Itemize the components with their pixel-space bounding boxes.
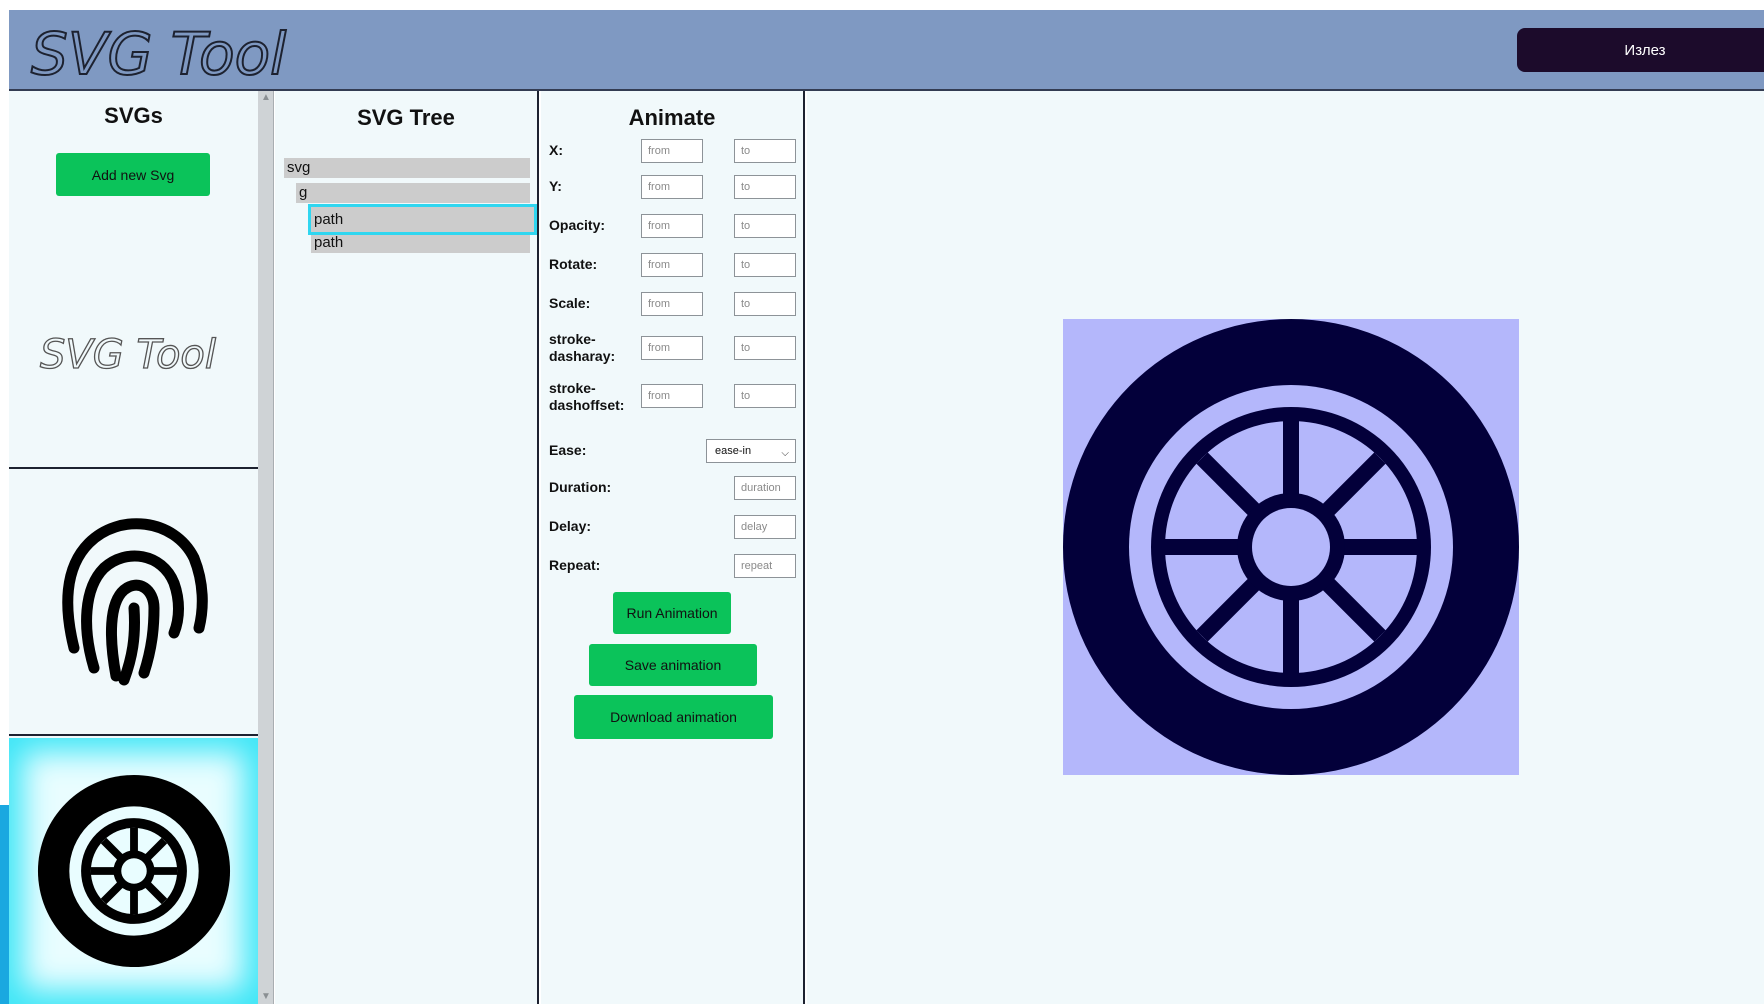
duration-input[interactable]: [734, 476, 796, 500]
tree-node-path-2[interactable]: path: [311, 233, 530, 253]
wheel-preview-icon: [1063, 319, 1519, 775]
run-animation-button[interactable]: Run Animation: [613, 592, 731, 634]
x-from-input[interactable]: [641, 139, 703, 163]
opacity-from-input[interactable]: [641, 214, 703, 238]
svg-text:SVG Tool: SVG Tool: [40, 332, 216, 378]
scroll-up-icon[interactable]: ▲: [258, 91, 274, 105]
delay-input[interactable]: [734, 515, 796, 539]
ease-select[interactable]: ease-in ⌵: [706, 439, 796, 463]
y-from-input[interactable]: [641, 175, 703, 199]
preview-panel: [807, 91, 1764, 1004]
svgs-panel: SVGs Add new Svg SVG Tool: [9, 91, 258, 1004]
scale-to-input[interactable]: [734, 292, 796, 316]
chevron-down-icon: ⌵: [781, 448, 789, 459]
svgs-scrollbar[interactable]: ▲ ▼: [258, 91, 274, 1004]
animate-title: Animate: [628, 105, 716, 130]
rotate-to-input[interactable]: [734, 253, 796, 277]
svg-tree-title: SVG Tree: [357, 105, 455, 130]
stroke-dasharray-to-input[interactable]: [734, 336, 796, 360]
stroke-dashoffset-label-line1: stroke-: [549, 380, 596, 396]
wheel-icon: [37, 774, 230, 968]
stroke-dasharray-from-input[interactable]: [641, 336, 703, 360]
repeat-label: Repeat:: [549, 557, 601, 573]
ease-selected-value: ease-in: [715, 445, 752, 457]
opacity-label: Opacity:: [549, 217, 606, 233]
tree-node-path-1-selected[interactable]: path: [308, 204, 537, 235]
x-to-input[interactable]: [734, 139, 796, 163]
stroke-dasharray-label-line1: stroke-: [549, 331, 596, 347]
stroke-dasharray-label-line2: dasharay:: [549, 348, 616, 364]
stroke-dashoffset-to-input[interactable]: [734, 384, 796, 408]
logout-button[interactable]: Излез: [1517, 28, 1764, 72]
app-logo: SVG Tool: [30, 19, 287, 88]
svg-tool-logo-thumbnail: SVG Tool: [39, 331, 216, 378]
app-header: SVG Tool Излез: [9, 10, 1764, 91]
svg-tree-panel: SVG Tree svg g path path: [275, 91, 539, 1004]
add-new-svg-button[interactable]: Add new Svg: [56, 153, 210, 196]
stroke-dashoffset-label-line2: dashoffset:: [549, 397, 625, 413]
svg-thumbnail-fingerprint[interactable]: [9, 471, 258, 736]
fingerprint-icon: [61, 517, 208, 685]
y-label: Y:: [549, 178, 562, 194]
scale-from-input[interactable]: [641, 292, 703, 316]
rotate-from-input[interactable]: [641, 253, 703, 277]
tree-node-svg[interactable]: svg: [284, 158, 530, 178]
x-label: X:: [549, 142, 563, 158]
download-animation-button[interactable]: Download animation: [574, 695, 773, 739]
scroll-down-icon[interactable]: ▼: [258, 990, 274, 1004]
opacity-to-input[interactable]: [734, 214, 796, 238]
y-to-input[interactable]: [734, 175, 796, 199]
left-edge-strip: [0, 805, 9, 1004]
svg-thumbnail-wheel-selected[interactable]: [9, 738, 258, 1004]
stroke-dasharray-label: stroke- dasharay:: [549, 331, 615, 365]
stroke-dashoffset-label: stroke- dashoffset:: [549, 380, 624, 414]
tree-node-g[interactable]: g: [296, 183, 530, 203]
delay-label: Delay:: [549, 518, 592, 534]
app-root: SVG Tool Излез SVGs Add new Svg SVG Tool: [0, 0, 1764, 1004]
scale-label: Scale:: [549, 295, 591, 311]
svgs-panel-title: SVGs: [104, 103, 163, 128]
svg-thumbnail-logo[interactable]: SVG Tool: [9, 241, 258, 469]
save-animation-button[interactable]: Save animation: [589, 644, 757, 686]
duration-label: Duration:: [549, 479, 612, 495]
animate-panel: Animate X: Y: Opacity: Rotate: Scale: st…: [541, 91, 805, 1004]
svg-text:SVG Tool: SVG Tool: [31, 20, 286, 88]
ease-label: Ease:: [549, 442, 587, 458]
svg-preview-canvas[interactable]: [1063, 319, 1519, 775]
rotate-label: Rotate:: [549, 256, 598, 272]
repeat-input[interactable]: [734, 554, 796, 578]
stroke-dashoffset-from-input[interactable]: [641, 384, 703, 408]
